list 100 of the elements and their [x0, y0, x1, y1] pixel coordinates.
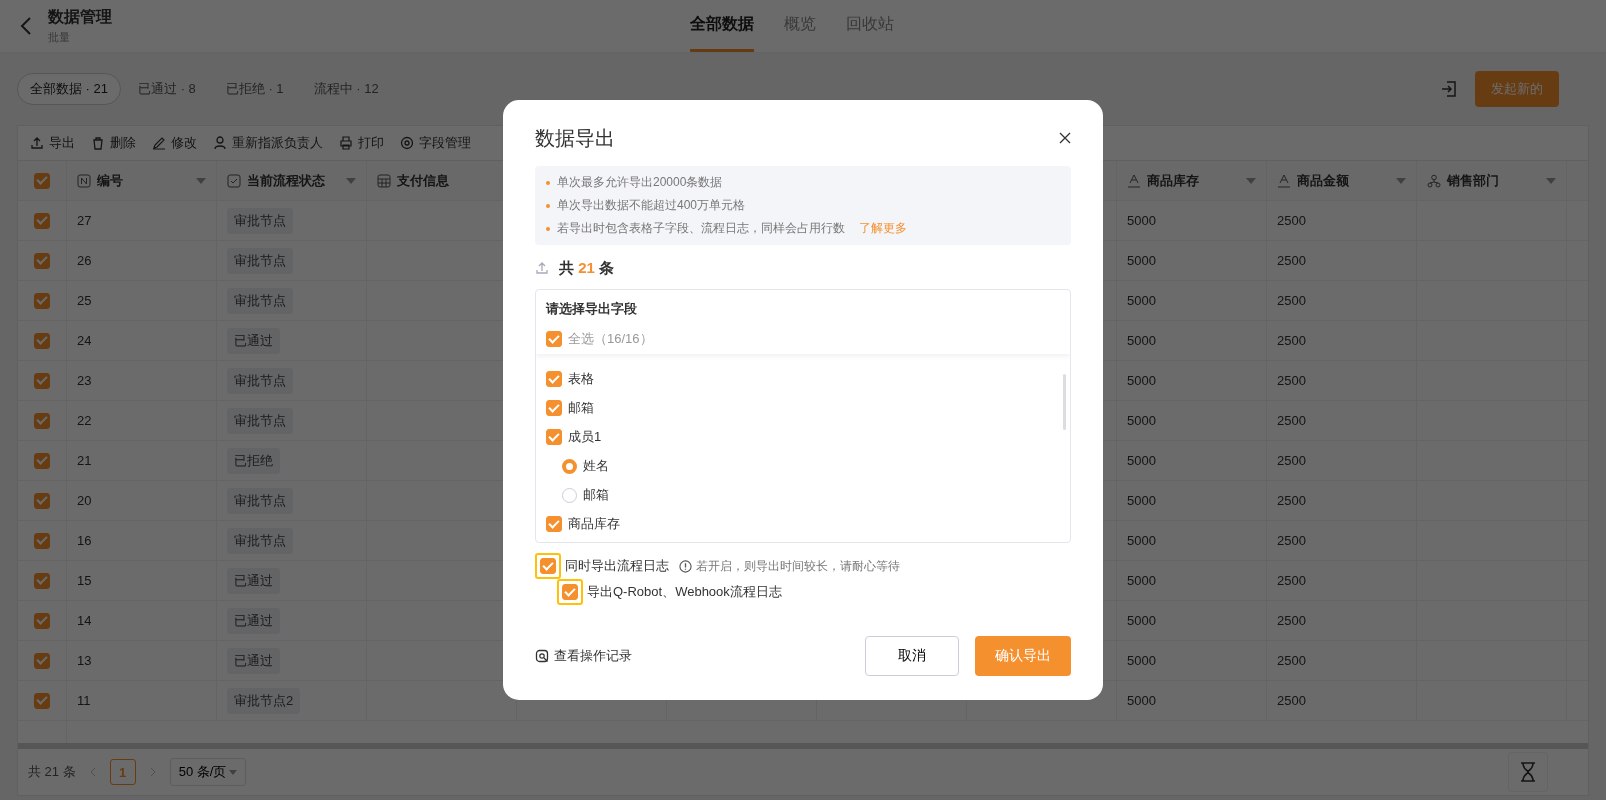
checkbox[interactable] [34, 692, 50, 709]
table-cell: 5000 [1127, 293, 1156, 308]
pencil-icon[interactable] [152, 136, 166, 150]
checkbox[interactable] [546, 400, 562, 416]
learn-more-link[interactable]: 了解更多 [859, 220, 907, 237]
checkbox[interactable] [34, 492, 50, 509]
checkbox[interactable] [34, 652, 50, 669]
toolbar-button[interactable]: 修改 [171, 134, 197, 152]
checkbox[interactable] [34, 572, 50, 589]
toolbar-button[interactable]: 打印 [358, 134, 384, 152]
table-cell: 25 [77, 293, 92, 308]
dropdown-caret-icon[interactable] [1396, 177, 1406, 184]
status-tag: 已通过 [227, 567, 280, 594]
field-list-title: 请选择导出字段 [546, 300, 638, 318]
option-label[interactable]: 邮箱 [568, 399, 594, 417]
printer-icon[interactable] [339, 136, 353, 150]
checkbox[interactable] [34, 612, 50, 629]
scrollbar[interactable] [1063, 374, 1066, 430]
cancel-button[interactable]: 取消 [865, 636, 959, 676]
option-label[interactable]: 表格 [568, 370, 594, 388]
checkbox[interactable] [546, 429, 562, 445]
upload-icon[interactable] [30, 136, 44, 150]
toolbar-button[interactable]: 删除 [110, 134, 136, 152]
checkbox[interactable] [546, 371, 562, 387]
filter-pill[interactable]: 已通过 · 8 [125, 73, 209, 105]
filter-pill[interactable]: 已拒绝 · 1 [212, 73, 297, 105]
table-cell: 5000 [1127, 493, 1156, 508]
confirm-button[interactable]: 确认导出 [975, 636, 1071, 676]
checkbox[interactable] [34, 372, 50, 389]
filter-pill[interactable]: 流程中 · 12 [300, 73, 392, 105]
option-label[interactable]: 导出Q-Robot、Webhook流程日志 [587, 583, 782, 601]
person-icon[interactable] [213, 136, 227, 150]
table-cell: 5000 [1127, 213, 1156, 228]
bullet-icon [546, 180, 550, 185]
option-label[interactable]: 同时导出流程日志 [565, 557, 669, 575]
page-button[interactable]: 1 [109, 759, 136, 785]
option-label[interactable]: 全选（16/16） [568, 330, 653, 348]
dropdown-caret-icon[interactable] [346, 177, 356, 184]
checkbox[interactable] [540, 558, 556, 574]
checkbox[interactable] [546, 516, 562, 532]
record-count: 共 21 条 [559, 258, 615, 278]
option-label[interactable]: 成员1 [568, 428, 602, 446]
checkbox[interactable] [34, 412, 50, 429]
checkbox[interactable] [34, 252, 50, 269]
info-icon [679, 559, 692, 573]
checkbox[interactable] [546, 331, 562, 347]
toolbar-button[interactable]: 字段管理 [419, 134, 471, 152]
table-cell: 5000 [1127, 573, 1156, 588]
column-header[interactable]: 当前流程状态 [247, 171, 340, 190]
checkbox[interactable] [562, 584, 578, 600]
option-label[interactable]: 姓名 [583, 457, 609, 475]
next-page-icon[interactable] [149, 767, 156, 777]
status-tag: 已通过 [227, 607, 280, 634]
checkbox[interactable] [34, 212, 50, 229]
status-tag: 审批节点 [227, 487, 293, 514]
column-header[interactable]: 销售部门 [1447, 171, 1540, 190]
page-size-select[interactable]: 50 条/页 [169, 758, 247, 786]
column-header[interactable]: 商品库存 [1147, 171, 1240, 190]
dialog-title: 数据导出 [535, 125, 615, 151]
option-label[interactable]: 商品库存 [568, 515, 620, 533]
option-label[interactable]: 邮箱 [583, 486, 609, 504]
gear-icon[interactable] [400, 136, 414, 150]
history-icon[interactable] [535, 649, 549, 663]
trash-icon[interactable] [91, 136, 105, 150]
column-header[interactable]: 商品金额 [1297, 171, 1390, 190]
radio-button[interactable] [562, 458, 577, 474]
table-cell: 5000 [1127, 653, 1156, 668]
dropdown-caret-icon[interactable] [1246, 177, 1256, 184]
table-cell: 16 [77, 533, 92, 548]
status-tag: 审批节点 [227, 407, 293, 434]
dropdown-caret-icon[interactable] [1546, 177, 1556, 184]
table-cell: 2500 [1277, 493, 1306, 508]
new-button[interactable]: 发起新的 [1475, 71, 1559, 107]
table-cell: 24 [77, 333, 92, 348]
checkbox[interactable] [34, 532, 50, 549]
nav-tab[interactable]: 全部数据 [690, 0, 754, 52]
status-tag: 审批节点2 [227, 687, 301, 714]
filter-pill[interactable]: 全部数据 · 21 [17, 73, 121, 105]
status-tag: 已拒绝 [227, 447, 280, 474]
toolbar-button[interactable]: 导出 [49, 134, 75, 152]
dropdown-caret-icon[interactable] [196, 177, 206, 184]
checkbox[interactable] [34, 292, 50, 309]
table-cell: 2500 [1277, 333, 1306, 348]
previous-page-icon[interactable] [89, 767, 96, 777]
history-link[interactable]: 查看操作记录 [554, 647, 632, 665]
checkbox[interactable] [34, 452, 50, 469]
exit-icon[interactable] [1439, 79, 1459, 99]
hourglass-icon[interactable] [1520, 762, 1536, 782]
back-icon[interactable] [20, 16, 32, 36]
hourglass-button[interactable] [1508, 752, 1548, 792]
table-cell: 5000 [1127, 333, 1156, 348]
bullet-icon [546, 226, 550, 231]
checkbox[interactable] [34, 332, 50, 349]
column-header[interactable]: 支付信息 [397, 171, 506, 190]
toolbar-button[interactable]: 重新指派负责人 [232, 134, 323, 152]
column-header[interactable]: 编号 [97, 171, 190, 190]
upload-icon [535, 261, 549, 275]
checkbox[interactable] [34, 172, 50, 189]
close-icon[interactable] [1059, 132, 1071, 144]
table-cell: 2500 [1277, 613, 1306, 628]
